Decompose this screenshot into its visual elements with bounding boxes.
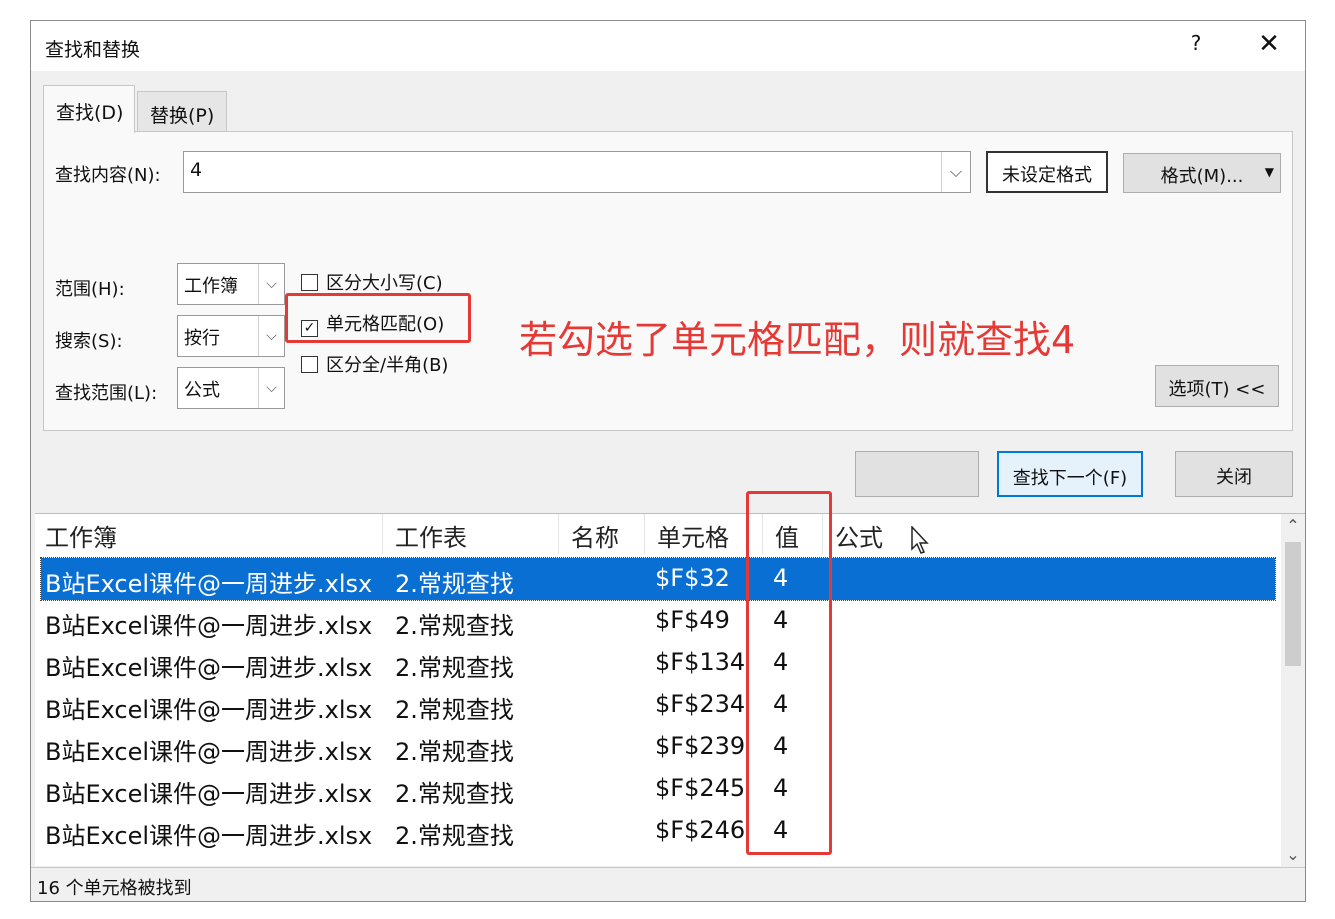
dialog-title: 查找和替换 [45,39,141,61]
chevron-down-icon: ⌵ [258,316,284,356]
chevron-down-icon: ▼ [1264,165,1274,179]
options-toggle-button[interactable]: 选项(T) << [1155,365,1279,407]
status-bar: 16 个单元格被找到 [31,867,1305,901]
lookin-label: 查找范围(L): [55,383,158,404]
close-icon[interactable]: ✕ [1253,29,1285,59]
cell-address: $F$32 [655,564,730,592]
chevron-down-icon[interactable]: ⌵ [941,152,970,192]
cell-book: B站Excel课件@一周进步.xlsx [45,696,373,724]
cell-address: $F$245 [655,774,746,802]
close-button[interactable]: 关闭 [1175,451,1293,497]
mouse-cursor-icon [911,526,929,554]
cell-book: B站Excel课件@一周进步.xlsx [45,612,373,640]
cell-sheet: 2.常规查找 [395,654,514,682]
column-header-book[interactable]: 工作簿 [35,514,383,554]
cell-book: B站Excel课件@一周进步.xlsx [45,570,373,598]
cell-address: $F$134 [655,648,746,676]
table-row[interactable]: B站Excel课件@一周进步.xlsx 2.常规查找 $F$246 4 [41,810,1275,852]
cell-address: $F$246 [655,816,746,844]
cell-address: $F$239 [655,732,746,760]
chevron-down-icon: ⌵ [258,264,284,304]
table-row[interactable]: B站Excel课件@一周进步.xlsx 2.常规查找 $F$134 4 [41,642,1275,684]
table-row[interactable]: B站Excel课件@一周进步.xlsx 2.常规查找 $F$49 4 [41,600,1275,642]
match-case-label: 区分大小写(C) [326,273,443,294]
lookin-select[interactable]: 公式 ⌵ [177,367,285,409]
cell-book: B站Excel课件@一周进步.xlsx [45,822,373,850]
search-label: 搜索(S): [55,331,123,352]
cell-sheet: 2.常规查找 [395,822,514,850]
search-select[interactable]: 按行 ⌵ [177,315,285,357]
match-case-checkbox[interactable]: 区分大小写(C) [301,269,443,295]
find-replace-dialog: 查找和替换 ? ✕ 查找(D) 替换(P) 查找内容(N): 4 ⌵ 未设定格式… [30,20,1306,902]
scope-label: 范围(H): [55,279,125,300]
scope-value: 工作簿 [184,276,238,297]
find-what-input[interactable]: 4 [183,151,971,193]
tab-find[interactable]: 查找(D) [43,85,135,133]
match-width-checkbox[interactable]: 区分全/半角(B) [301,351,448,377]
cell-book: B站Excel课件@一周进步.xlsx [45,738,373,766]
find-all-button[interactable] [855,451,979,497]
table-row[interactable]: B站Excel课件@一周进步.xlsx 2.常规查找 $F$32 4 [40,557,1276,601]
cell-sheet: 2.常规查找 [395,780,514,808]
results-list[interactable]: 工作簿 工作表 名称 单元格 值 公式 B站Excel课件@一周进步.xlsx … [35,513,1305,866]
column-header-name[interactable]: 名称 [561,514,645,554]
find-what-label: 查找内容(N): [55,165,161,186]
cell-book: B站Excel课件@一周进步.xlsx [45,654,373,682]
cell-sheet: 2.常规查找 [395,738,514,766]
title-bar: 查找和替换 ? ✕ [31,21,1305,71]
scroll-thumb[interactable] [1285,542,1301,666]
cell-address: $F$234 [655,690,746,718]
search-value: 按行 [184,328,220,349]
checkbox-box [301,274,318,291]
cell-sheet: 2.常规查找 [395,612,514,640]
find-next-button[interactable]: 查找下一个(F) [997,451,1143,497]
scroll-up-icon[interactable]: ⌃ [1281,516,1305,535]
cell-sheet: 2.常规查找 [395,570,514,598]
scroll-down-icon[interactable]: ⌄ [1281,845,1305,864]
format-preview: 未设定格式 [986,151,1108,193]
table-row[interactable]: B站Excel课件@一周进步.xlsx 2.常规查找 $F$245 4 [41,768,1275,810]
checkbox-box [301,356,318,373]
table-row[interactable]: B站Excel课件@一周进步.xlsx 2.常规查找 $F$234 4 [41,684,1275,726]
match-width-label: 区分全/半角(B) [326,355,449,376]
cell-address: $F$49 [655,606,730,634]
format-button-label: 格式(M)... [1160,166,1244,187]
highlight-match-cell [285,293,471,343]
help-button[interactable]: ? [1181,31,1211,55]
chevron-down-icon: ⌵ [258,368,284,408]
highlight-value-column [746,491,832,855]
annotation-text: 若勾选了单元格匹配，则就查找4 [519,318,1076,362]
format-button[interactable]: 格式(M)... ▼ [1123,153,1281,193]
scope-select[interactable]: 工作簿 ⌵ [177,263,285,305]
lookin-value: 公式 [184,380,220,401]
cell-sheet: 2.常规查找 [395,696,514,724]
table-row[interactable]: B站Excel课件@一周进步.xlsx 2.常规查找 $F$239 4 [41,726,1275,768]
column-header-sheet[interactable]: 工作表 [385,514,559,554]
results-scrollbar[interactable]: ⌃ ⌄ [1281,514,1305,866]
tab-replace[interactable]: 替换(P) [137,91,227,131]
cell-book: B站Excel课件@一周进步.xlsx [45,780,373,808]
